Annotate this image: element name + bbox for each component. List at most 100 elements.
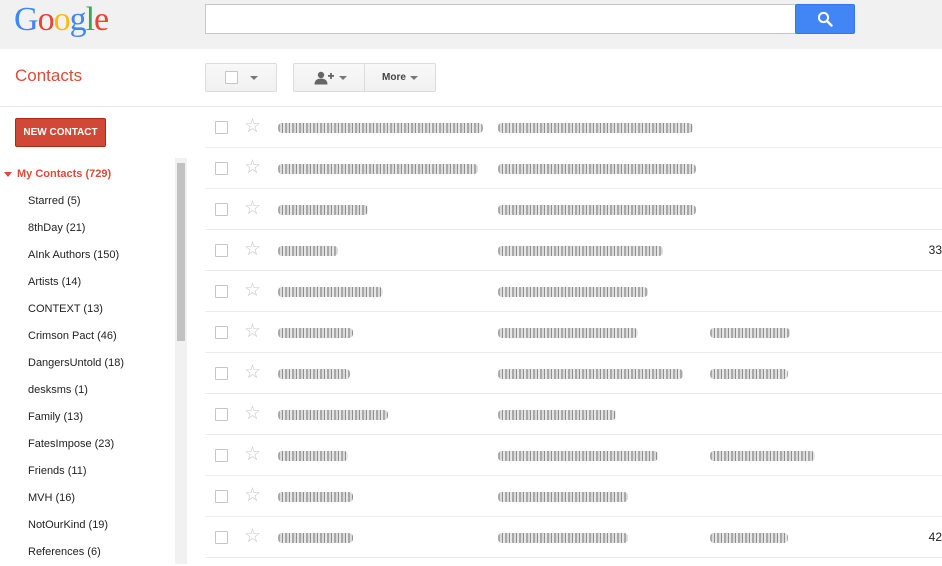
google-logo[interactable]: Google (14, 0, 109, 40)
contact-name-redacted (278, 164, 478, 174)
contact-row[interactable]: ☆ (205, 107, 942, 148)
contact-name-redacted (278, 369, 350, 379)
group-list: Starred (5) 8thDay (21) AInk Authors (150)… (28, 188, 124, 566)
more-button[interactable]: More (364, 63, 436, 92)
contact-name-redacted (278, 287, 383, 297)
star-icon[interactable]: ☆ (244, 485, 261, 505)
row-checkbox[interactable] (215, 490, 228, 503)
contact-email-redacted (498, 123, 693, 133)
sidebar-group-item[interactable]: NotOurKind (19) (28, 512, 124, 539)
row-checkbox[interactable] (215, 449, 228, 462)
add-to-group-button[interactable] (293, 63, 365, 92)
sidebar-group-item[interactable]: AInk Authors (150) (28, 242, 124, 269)
logo-letter: l (85, 1, 96, 38)
star-icon[interactable]: ☆ (244, 444, 261, 464)
contact-row[interactable]: ☆ (205, 271, 942, 312)
star-icon[interactable]: ☆ (244, 526, 261, 546)
sidebar-group-item[interactable]: Artists (14) (28, 269, 124, 296)
new-contact-button[interactable]: NEW CONTACT (15, 118, 106, 147)
sidebar-group-item[interactable]: Family (13) (28, 404, 124, 431)
contact-email-redacted (498, 328, 638, 338)
sidebar-group-item[interactable]: DangersUntold (18) (28, 350, 124, 377)
chevron-down-icon (338, 75, 347, 80)
contact-name-redacted (278, 533, 353, 543)
logo-letter: G (14, 1, 39, 38)
sidebar-scrollbar-thumb[interactable] (177, 163, 185, 341)
more-label: More (382, 72, 406, 83)
contact-row[interactable]: ☆ (205, 312, 942, 353)
contact-name-redacted (278, 410, 388, 420)
contact-phone-redacted (710, 328, 790, 338)
star-icon[interactable]: ☆ (244, 321, 261, 341)
row-checkbox[interactable] (215, 244, 228, 257)
row-checkbox[interactable] (215, 121, 228, 134)
contact-email-redacted (498, 287, 648, 297)
star-icon[interactable]: ☆ (244, 403, 261, 423)
select-menu-button[interactable] (205, 63, 277, 92)
row-checkbox[interactable] (215, 203, 228, 216)
chevron-down-icon (249, 75, 258, 80)
row-checkbox[interactable] (215, 162, 228, 175)
contact-email-redacted (498, 451, 658, 461)
my-contacts-label: My Contacts (729) (17, 168, 112, 180)
star-icon[interactable]: ☆ (244, 362, 261, 382)
sidebar-group-item[interactable]: FatesImpose (23) (28, 431, 124, 458)
star-icon[interactable]: ☆ (244, 116, 261, 136)
contact-row[interactable]: ☆ 42 (205, 517, 942, 558)
search-input[interactable] (205, 4, 796, 34)
sidebar-group-item[interactable]: Crimson Pact (46) (28, 323, 124, 350)
contact-name-redacted (278, 246, 338, 256)
contact-row[interactable]: ☆ (205, 394, 942, 435)
contact-phone-redacted (710, 451, 815, 461)
logo-letter: o (37, 1, 55, 38)
sidebar-group-item[interactable]: References (6) (28, 539, 124, 566)
star-icon[interactable]: ☆ (244, 280, 261, 300)
sidebar-group-item[interactable]: desksms (1) (28, 377, 124, 404)
sidebar-group-item[interactable]: Starred (5) (28, 188, 124, 215)
contact-email-redacted (498, 410, 616, 420)
star-icon[interactable]: ☆ (244, 157, 261, 177)
contact-email-redacted (498, 533, 628, 543)
chevron-down-icon (409, 75, 418, 80)
search-icon (817, 11, 833, 27)
contact-phone-redacted (710, 369, 788, 379)
contact-name-redacted (278, 451, 348, 461)
row-checkbox[interactable] (215, 408, 228, 421)
search-button[interactable] (795, 4, 855, 34)
star-icon[interactable]: ☆ (244, 239, 261, 259)
logo-letter: e (94, 1, 109, 38)
contact-email-redacted (498, 246, 663, 256)
sidebar-group-item[interactable]: Friends (11) (28, 458, 124, 485)
contact-extra-value: 42 (928, 530, 942, 544)
row-checkbox[interactable] (215, 285, 228, 298)
my-contacts-group[interactable]: My Contacts (729) (4, 168, 111, 180)
contact-row[interactable]: ☆ 33 (205, 230, 942, 271)
contact-row[interactable]: ☆ (205, 189, 942, 230)
logo-letter: g (69, 1, 87, 38)
row-checkbox[interactable] (215, 531, 228, 544)
select-all-checkbox[interactable] (224, 71, 238, 84)
contact-extra-value: 33 (928, 243, 942, 257)
contact-row[interactable]: ☆ (205, 476, 942, 517)
contact-name-redacted (278, 492, 353, 502)
contact-row[interactable]: ☆ (205, 435, 942, 476)
logo-letter: o (53, 1, 71, 38)
row-checkbox[interactable] (215, 367, 228, 380)
contact-name-redacted (278, 205, 368, 215)
app-title: Contacts (15, 66, 83, 85)
contact-phone-redacted (710, 533, 788, 543)
expand-triangle-icon[interactable] (4, 171, 12, 177)
contact-row[interactable]: ☆ (205, 148, 942, 189)
top-bar: Google (0, 0, 942, 49)
contact-name-redacted (278, 328, 353, 338)
contact-email-redacted (498, 164, 696, 174)
contact-row[interactable]: ☆ (205, 353, 942, 394)
sidebar-group-item[interactable]: CONTEXT (13) (28, 296, 124, 323)
contact-list: ☆ ☆ ☆ ☆ 33 ☆ ☆ ☆ ☆ ☆ ☆ ☆ 42 (205, 107, 942, 558)
sidebar-group-item[interactable]: 8thDay (21) (28, 215, 124, 242)
add-person-icon (314, 71, 334, 84)
star-icon[interactable]: ☆ (244, 198, 261, 218)
row-checkbox[interactable] (215, 326, 228, 339)
contact-email-redacted (498, 492, 628, 502)
sidebar-group-item[interactable]: MVH (16) (28, 485, 124, 512)
